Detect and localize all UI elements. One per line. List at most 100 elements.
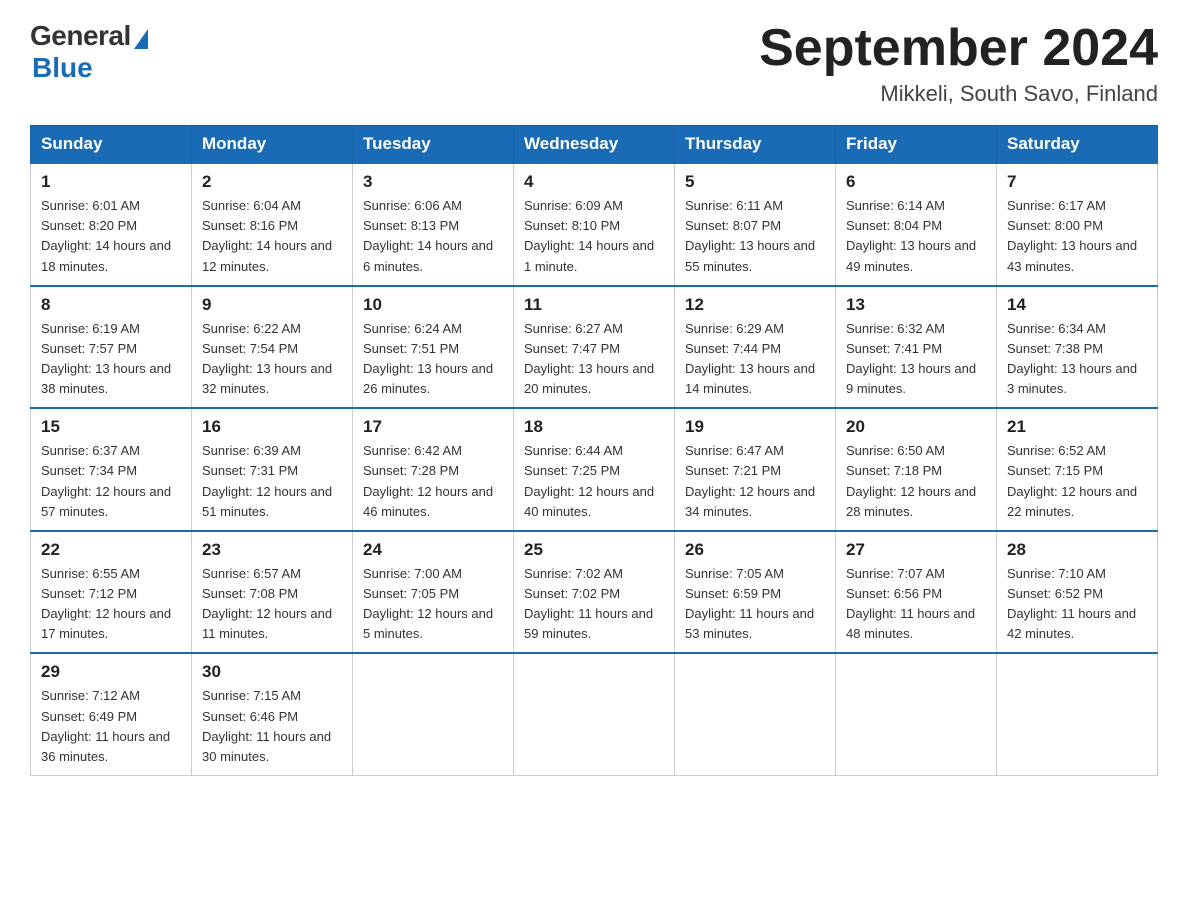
day-info: Sunrise: 6:29 AM Sunset: 7:44 PM Dayligh… — [685, 319, 825, 400]
calendar-week-row: 8 Sunrise: 6:19 AM Sunset: 7:57 PM Dayli… — [31, 286, 1158, 409]
calendar-cell: 9 Sunrise: 6:22 AM Sunset: 7:54 PM Dayli… — [192, 286, 353, 409]
day-info: Sunrise: 6:06 AM Sunset: 8:13 PM Dayligh… — [363, 196, 503, 277]
calendar-cell: 10 Sunrise: 6:24 AM Sunset: 7:51 PM Dayl… — [353, 286, 514, 409]
day-number: 9 — [202, 295, 342, 315]
calendar-cell: 16 Sunrise: 6:39 AM Sunset: 7:31 PM Dayl… — [192, 408, 353, 531]
day-info: Sunrise: 7:15 AM Sunset: 6:46 PM Dayligh… — [202, 686, 342, 767]
calendar-cell: 30 Sunrise: 7:15 AM Sunset: 6:46 PM Dayl… — [192, 653, 353, 775]
calendar-cell: 4 Sunrise: 6:09 AM Sunset: 8:10 PM Dayli… — [514, 163, 675, 286]
day-info: Sunrise: 6:50 AM Sunset: 7:18 PM Dayligh… — [846, 441, 986, 522]
calendar-cell: 6 Sunrise: 6:14 AM Sunset: 8:04 PM Dayli… — [836, 163, 997, 286]
calendar-header-row: SundayMondayTuesdayWednesdayThursdayFrid… — [31, 126, 1158, 164]
day-info: Sunrise: 7:00 AM Sunset: 7:05 PM Dayligh… — [363, 564, 503, 645]
calendar-cell: 29 Sunrise: 7:12 AM Sunset: 6:49 PM Dayl… — [31, 653, 192, 775]
day-number: 2 — [202, 172, 342, 192]
day-number: 16 — [202, 417, 342, 437]
day-number: 26 — [685, 540, 825, 560]
day-info: Sunrise: 6:24 AM Sunset: 7:51 PM Dayligh… — [363, 319, 503, 400]
day-number: 4 — [524, 172, 664, 192]
day-number: 29 — [41, 662, 181, 682]
day-number: 5 — [685, 172, 825, 192]
day-number: 6 — [846, 172, 986, 192]
calendar-week-row: 22 Sunrise: 6:55 AM Sunset: 7:12 PM Dayl… — [31, 531, 1158, 654]
page-header: General Blue September 2024 Mikkeli, Sou… — [30, 20, 1158, 107]
calendar-cell: 1 Sunrise: 6:01 AM Sunset: 8:20 PM Dayli… — [31, 163, 192, 286]
day-info: Sunrise: 6:14 AM Sunset: 8:04 PM Dayligh… — [846, 196, 986, 277]
day-info: Sunrise: 6:34 AM Sunset: 7:38 PM Dayligh… — [1007, 319, 1147, 400]
calendar-header-tuesday: Tuesday — [353, 126, 514, 164]
day-number: 23 — [202, 540, 342, 560]
calendar-cell — [675, 653, 836, 775]
logo-blue-text: Blue — [32, 52, 93, 84]
day-number: 8 — [41, 295, 181, 315]
calendar-cell: 20 Sunrise: 6:50 AM Sunset: 7:18 PM Dayl… — [836, 408, 997, 531]
logo-general-text: General — [30, 20, 131, 52]
calendar-cell: 28 Sunrise: 7:10 AM Sunset: 6:52 PM Dayl… — [997, 531, 1158, 654]
day-number: 20 — [846, 417, 986, 437]
calendar-cell: 3 Sunrise: 6:06 AM Sunset: 8:13 PM Dayli… — [353, 163, 514, 286]
day-number: 10 — [363, 295, 503, 315]
day-number: 15 — [41, 417, 181, 437]
day-number: 19 — [685, 417, 825, 437]
day-number: 28 — [1007, 540, 1147, 560]
calendar-header-thursday: Thursday — [675, 126, 836, 164]
day-number: 13 — [846, 295, 986, 315]
day-info: Sunrise: 6:11 AM Sunset: 8:07 PM Dayligh… — [685, 196, 825, 277]
calendar-cell: 5 Sunrise: 6:11 AM Sunset: 8:07 PM Dayli… — [675, 163, 836, 286]
day-number: 14 — [1007, 295, 1147, 315]
day-number: 12 — [685, 295, 825, 315]
calendar-cell: 27 Sunrise: 7:07 AM Sunset: 6:56 PM Dayl… — [836, 531, 997, 654]
day-info: Sunrise: 6:39 AM Sunset: 7:31 PM Dayligh… — [202, 441, 342, 522]
calendar-week-row: 29 Sunrise: 7:12 AM Sunset: 6:49 PM Dayl… — [31, 653, 1158, 775]
calendar-header-saturday: Saturday — [997, 126, 1158, 164]
calendar-header-sunday: Sunday — [31, 126, 192, 164]
calendar-cell: 17 Sunrise: 6:42 AM Sunset: 7:28 PM Dayl… — [353, 408, 514, 531]
calendar-table: SundayMondayTuesdayWednesdayThursdayFrid… — [30, 125, 1158, 776]
day-info: Sunrise: 6:55 AM Sunset: 7:12 PM Dayligh… — [41, 564, 181, 645]
calendar-cell: 7 Sunrise: 6:17 AM Sunset: 8:00 PM Dayli… — [997, 163, 1158, 286]
calendar-cell — [836, 653, 997, 775]
calendar-header-friday: Friday — [836, 126, 997, 164]
calendar-cell: 22 Sunrise: 6:55 AM Sunset: 7:12 PM Dayl… — [31, 531, 192, 654]
day-info: Sunrise: 6:44 AM Sunset: 7:25 PM Dayligh… — [524, 441, 664, 522]
calendar-header-monday: Monday — [192, 126, 353, 164]
day-info: Sunrise: 7:10 AM Sunset: 6:52 PM Dayligh… — [1007, 564, 1147, 645]
calendar-cell: 25 Sunrise: 7:02 AM Sunset: 7:02 PM Dayl… — [514, 531, 675, 654]
day-info: Sunrise: 6:04 AM Sunset: 8:16 PM Dayligh… — [202, 196, 342, 277]
month-title: September 2024 — [759, 20, 1158, 77]
day-info: Sunrise: 7:12 AM Sunset: 6:49 PM Dayligh… — [41, 686, 181, 767]
day-info: Sunrise: 6:22 AM Sunset: 7:54 PM Dayligh… — [202, 319, 342, 400]
day-info: Sunrise: 6:01 AM Sunset: 8:20 PM Dayligh… — [41, 196, 181, 277]
day-info: Sunrise: 6:37 AM Sunset: 7:34 PM Dayligh… — [41, 441, 181, 522]
day-info: Sunrise: 7:02 AM Sunset: 7:02 PM Dayligh… — [524, 564, 664, 645]
day-info: Sunrise: 6:32 AM Sunset: 7:41 PM Dayligh… — [846, 319, 986, 400]
calendar-cell: 2 Sunrise: 6:04 AM Sunset: 8:16 PM Dayli… — [192, 163, 353, 286]
calendar-cell: 12 Sunrise: 6:29 AM Sunset: 7:44 PM Dayl… — [675, 286, 836, 409]
day-number: 21 — [1007, 417, 1147, 437]
day-info: Sunrise: 6:27 AM Sunset: 7:47 PM Dayligh… — [524, 319, 664, 400]
calendar-cell — [353, 653, 514, 775]
day-info: Sunrise: 6:52 AM Sunset: 7:15 PM Dayligh… — [1007, 441, 1147, 522]
calendar-cell: 14 Sunrise: 6:34 AM Sunset: 7:38 PM Dayl… — [997, 286, 1158, 409]
calendar-header-wednesday: Wednesday — [514, 126, 675, 164]
calendar-cell: 8 Sunrise: 6:19 AM Sunset: 7:57 PM Dayli… — [31, 286, 192, 409]
location-title: Mikkeli, South Savo, Finland — [759, 81, 1158, 107]
calendar-week-row: 1 Sunrise: 6:01 AM Sunset: 8:20 PM Dayli… — [31, 163, 1158, 286]
calendar-cell: 15 Sunrise: 6:37 AM Sunset: 7:34 PM Dayl… — [31, 408, 192, 531]
calendar-cell: 24 Sunrise: 7:00 AM Sunset: 7:05 PM Dayl… — [353, 531, 514, 654]
day-info: Sunrise: 7:07 AM Sunset: 6:56 PM Dayligh… — [846, 564, 986, 645]
day-info: Sunrise: 6:09 AM Sunset: 8:10 PM Dayligh… — [524, 196, 664, 277]
calendar-cell: 11 Sunrise: 6:27 AM Sunset: 7:47 PM Dayl… — [514, 286, 675, 409]
day-info: Sunrise: 7:05 AM Sunset: 6:59 PM Dayligh… — [685, 564, 825, 645]
day-number: 1 — [41, 172, 181, 192]
day-info: Sunrise: 6:47 AM Sunset: 7:21 PM Dayligh… — [685, 441, 825, 522]
day-number: 30 — [202, 662, 342, 682]
day-number: 7 — [1007, 172, 1147, 192]
day-number: 22 — [41, 540, 181, 560]
day-info: Sunrise: 6:17 AM Sunset: 8:00 PM Dayligh… — [1007, 196, 1147, 277]
title-area: September 2024 Mikkeli, South Savo, Finl… — [759, 20, 1158, 107]
day-info: Sunrise: 6:19 AM Sunset: 7:57 PM Dayligh… — [41, 319, 181, 400]
calendar-cell: 18 Sunrise: 6:44 AM Sunset: 7:25 PM Dayl… — [514, 408, 675, 531]
calendar-cell: 13 Sunrise: 6:32 AM Sunset: 7:41 PM Dayl… — [836, 286, 997, 409]
day-info: Sunrise: 6:57 AM Sunset: 7:08 PM Dayligh… — [202, 564, 342, 645]
